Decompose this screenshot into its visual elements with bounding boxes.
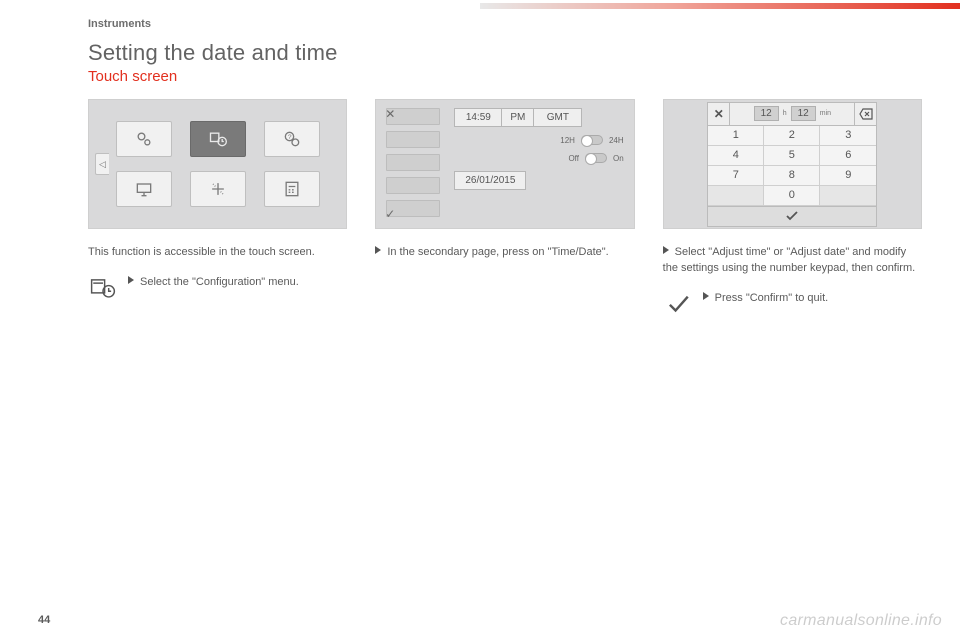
tile-time-date[interactable] <box>190 121 246 157</box>
tile-help[interactable]: ? <box>264 121 320 157</box>
time-value[interactable]: 14:59 <box>454 108 502 127</box>
bullet-arrow-icon <box>703 292 709 300</box>
side-tabs <box>386 108 440 220</box>
hours-value[interactable]: 12 <box>754 106 779 121</box>
time-date-controls: 14:59 PM GMT 12H 24H Off On 26/01/201 <box>440 108 623 220</box>
sync-off-label: Off <box>568 154 579 163</box>
accent-gradient <box>480 3 960 9</box>
key-9[interactable]: 9 <box>820 166 876 186</box>
bullet-arrow-icon <box>663 246 669 254</box>
section-label: Instruments <box>88 18 922 30</box>
key-5[interactable]: 5 <box>764 146 820 166</box>
key-2[interactable]: 2 <box>764 126 820 146</box>
config-tile-grid: ? <box>116 121 320 207</box>
tile-units[interactable] <box>190 171 246 207</box>
step-a-label: Select the "Configuration" menu. <box>140 276 299 288</box>
key-0[interactable]: 0 <box>764 186 820 206</box>
step-b: In the secondary page, press on "Time/Da… <box>375 245 634 261</box>
checkmark-icon <box>663 291 693 317</box>
back-tab-icon[interactable]: ◁ <box>95 153 109 175</box>
sync-toggle-row: Off On <box>454 153 623 163</box>
key-3[interactable]: 3 <box>820 126 876 146</box>
key-8[interactable]: 8 <box>764 166 820 186</box>
time-date-icon <box>88 275 118 301</box>
side-tab[interactable] <box>386 177 440 194</box>
svg-text:?: ? <box>287 134 291 141</box>
page-subtitle: Touch screen <box>88 68 922 85</box>
step-c1-label: Select "Adjust time" or "Adjust date" an… <box>663 246 916 274</box>
keypad-close-icon[interactable]: ✕ <box>708 103 730 125</box>
key-7[interactable]: 7 <box>708 166 764 186</box>
ampm-value[interactable]: PM <box>502 108 534 127</box>
keypad-confirm-button[interactable] <box>708 206 876 226</box>
hours-unit: h <box>783 110 787 117</box>
bullet-arrow-icon <box>375 246 381 254</box>
number-keypad: ✕ 12 h 12 min 1 2 3 <box>707 102 877 227</box>
keypad-header: ✕ 12 h 12 min <box>708 103 876 126</box>
sync-switch[interactable] <box>585 153 607 163</box>
timezone-value[interactable]: GMT <box>534 108 582 127</box>
column-c: ✕ 12 h 12 min 1 2 3 <box>663 99 922 317</box>
tile-display[interactable] <box>116 171 172 207</box>
close-icon[interactable]: ✕ <box>382 106 398 122</box>
key-1[interactable]: 1 <box>708 126 764 146</box>
caption-a: This function is accessible in the touch… <box>88 245 347 261</box>
date-value[interactable]: 26/01/2015 <box>454 171 526 190</box>
format-24h-label: 24H <box>609 136 624 145</box>
format-12h-label: 12H <box>560 136 575 145</box>
watermark: carmanualsonline.info <box>780 612 942 630</box>
minutes-value[interactable]: 12 <box>791 106 816 121</box>
step-c2-text: Press "Confirm" to quit. <box>703 291 922 317</box>
side-tab[interactable] <box>386 131 440 148</box>
sync-on-label: On <box>613 154 624 163</box>
tile-settings[interactable] <box>116 121 172 157</box>
tile-calculator[interactable] <box>264 171 320 207</box>
format-switch[interactable] <box>581 135 603 145</box>
confirm-icon[interactable]: ✓ <box>382 206 398 222</box>
screenshot-time-date-page: ✕ ✓ 14:59 PM GMT 12H <box>375 99 634 229</box>
key-4[interactable]: 4 <box>708 146 764 166</box>
time-segments: 14:59 PM GMT <box>454 108 623 127</box>
top-accent-bar <box>0 0 960 14</box>
screenshot-keypad: ✕ 12 h 12 min 1 2 3 <box>663 99 922 229</box>
columns: ◁ ? This function is accessible in the t… <box>88 99 922 317</box>
step-c2: Press "Confirm" to quit. <box>663 291 922 317</box>
side-tab[interactable] <box>386 154 440 171</box>
key-6[interactable]: 6 <box>820 146 876 166</box>
page-number: 44 <box>38 614 50 626</box>
keypad-display: 12 h 12 min <box>730 103 854 125</box>
column-b: ✕ ✓ 14:59 PM GMT 12H <box>375 99 634 317</box>
step-b-label: In the secondary page, press on "Time/Da… <box>387 246 608 258</box>
step-c1: Select "Adjust time" or "Adjust date" an… <box>663 245 922 277</box>
manual-page: Instruments Setting the date and time To… <box>0 0 960 640</box>
step-c2-label: Press "Confirm" to quit. <box>715 292 829 304</box>
step-a: Select the "Configuration" menu. <box>88 275 347 301</box>
screenshot-config-menu: ◁ ? <box>88 99 347 229</box>
minutes-unit: min <box>820 110 831 117</box>
page-title: Setting the date and time <box>88 40 922 66</box>
key-blank-left <box>708 186 764 206</box>
column-a: ◁ ? This function is accessible in the t… <box>88 99 347 317</box>
format-toggle-row: 12H 24H <box>454 135 623 145</box>
backspace-icon[interactable] <box>854 103 876 125</box>
keypad-keys: 1 2 3 4 5 6 7 8 9 0 <box>708 126 876 206</box>
key-blank-right <box>820 186 876 206</box>
step-a-text: Select the "Configuration" menu. <box>128 275 347 301</box>
bullet-arrow-icon <box>128 276 134 284</box>
